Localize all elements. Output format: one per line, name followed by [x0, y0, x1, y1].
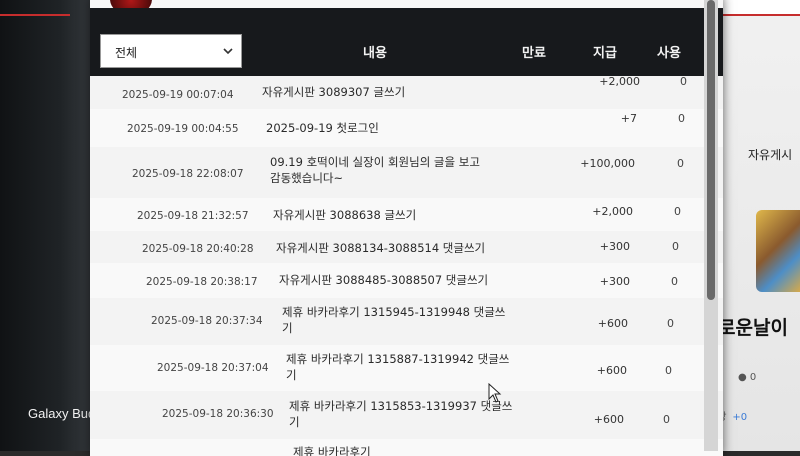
row-paid: +2,000 [599, 75, 640, 88]
filter-select-value: 전체 [115, 46, 138, 60]
chevron-down-icon [223, 48, 233, 55]
row-content: 자유게시판 3088485-3088507 댓글쓰기 [279, 273, 489, 287]
table-row: 2025-09-18 20:37:34 제휴 바카라후기 1315945-131… [90, 298, 723, 346]
column-header-paid: 지급 [593, 46, 617, 61]
table-row: 2025-09-18 20:38:17 자유게시판 3088485-308850… [90, 263, 723, 299]
table-row: 2025-09-18 20:36:30 제휴 바카라후기 1315853-131… [90, 391, 723, 440]
point-history-modal: 전체 내용 만료 지급 사용 2025-09-19 00:07:04 자유게시판… [90, 0, 723, 456]
row-content-continued: 기 [289, 415, 300, 429]
row-paid: +600 [597, 317, 628, 330]
table-row: 2025-09-18 20:40:28 자유게시판 3088134-308851… [90, 231, 723, 264]
table-row: 2025-09-19 00:07:04 자유게시판 3089307 글쓰기 +2… [90, 75, 723, 110]
column-header-used: 사용 [657, 46, 681, 61]
scrollbar[interactable] [704, 0, 718, 451]
row-paid: +600 [593, 413, 624, 426]
row-content-continued: 기 [282, 321, 293, 335]
row-used: 0 [674, 205, 681, 218]
row-used: 0 [663, 413, 670, 426]
row-date: 2025-09-18 20:37:34 [151, 315, 263, 327]
row-used: 0 [671, 275, 678, 288]
row-paid: +7 [620, 112, 637, 125]
row-paid: +600 [596, 364, 627, 377]
row-date: 2025-09-18 20:40:28 [142, 243, 254, 255]
row-content: 2025-09-19 첫로그인 [266, 121, 379, 135]
row-date: 2025-09-18 20:37:04 [157, 362, 269, 374]
row-content-continued: 감동했습니다~ [270, 171, 344, 185]
comment-icon: ● [738, 372, 747, 383]
bg-post-thumbnail[interactable] [756, 210, 800, 292]
column-header-expire: 만료 [522, 46, 546, 61]
row-content: 제휴 바카라후기 1315853-1319937 댓글쓰 [289, 399, 513, 413]
row-content: 제휴 바카라후기 1315945-1319948 댓글쓰 [282, 305, 506, 319]
bg-meta-plus: +0 [732, 412, 748, 423]
table-header: 전체 내용 만료 지급 사용 [90, 8, 723, 76]
table-row: 2025-09-19 00:04:55 2025-09-19 첫로그인 +7 0 [90, 109, 723, 148]
filter-select[interactable]: 전체 [100, 34, 242, 68]
table-row: 2025-09-18 20:37:04 제휴 바카라후기 1315887-131… [90, 345, 723, 392]
row-content-continued: 기 [286, 368, 297, 382]
row-content: 제휴 바카라후기 1315887-1319942 댓글쓰 [286, 352, 510, 366]
row-paid: +2,000 [592, 205, 633, 218]
row-content: 09.19 호떡이네 실장이 회원님의 글을 보고 [270, 155, 480, 169]
row-used: 0 [678, 112, 685, 125]
table-row: 2025-09-18 22:08:07 09.19 호떡이네 실장이 회원님의 … [90, 147, 723, 199]
row-used: 0 [677, 157, 684, 170]
row-paid: +300 [599, 275, 630, 288]
row-date: 2025-09-18 22:08:07 [132, 168, 244, 180]
row-paid: +300 [599, 240, 630, 253]
bg-post-title[interactable]: 로운날이 [718, 313, 788, 340]
row-content: 자유게시판 3089307 글쓰기 [262, 85, 406, 99]
table-row: 2025-09-18 21:32:57 자유게시판 3088638 글쓰기 +2… [90, 198, 723, 232]
bg-comment-count: ● 0 [738, 372, 756, 383]
row-paid: +100,000 [580, 157, 635, 170]
row-content: 자유게시판 3088134-3088514 댓글쓰기 [276, 241, 486, 255]
row-content: 자유게시판 3088638 글쓰기 [273, 208, 417, 222]
row-used: 0 [665, 364, 672, 377]
row-date: 2025-09-18 20:36:30 [162, 408, 274, 420]
table-row: 제휴 바카라후기 [90, 439, 723, 456]
scroll-thumb[interactable] [707, 0, 715, 300]
bg-board-label[interactable]: 자유게시 [748, 146, 792, 163]
row-date: 2025-09-18 20:38:17 [146, 276, 258, 288]
row-used: 0 [680, 75, 687, 88]
row-used: 0 [672, 240, 679, 253]
row-date: 2025-09-19 00:07:04 [122, 89, 234, 101]
accent-line [0, 14, 70, 16]
desk-background [0, 0, 100, 451]
row-date: 2025-09-18 21:32:57 [137, 210, 249, 222]
row-used: 0 [667, 317, 674, 330]
mouse-cursor-icon [488, 383, 502, 403]
bg-comment-value: 0 [749, 372, 757, 383]
column-header-content: 내용 [363, 46, 387, 61]
row-date: 2025-09-19 00:04:55 [127, 123, 239, 135]
row-content: 제휴 바카라후기 [293, 445, 371, 456]
